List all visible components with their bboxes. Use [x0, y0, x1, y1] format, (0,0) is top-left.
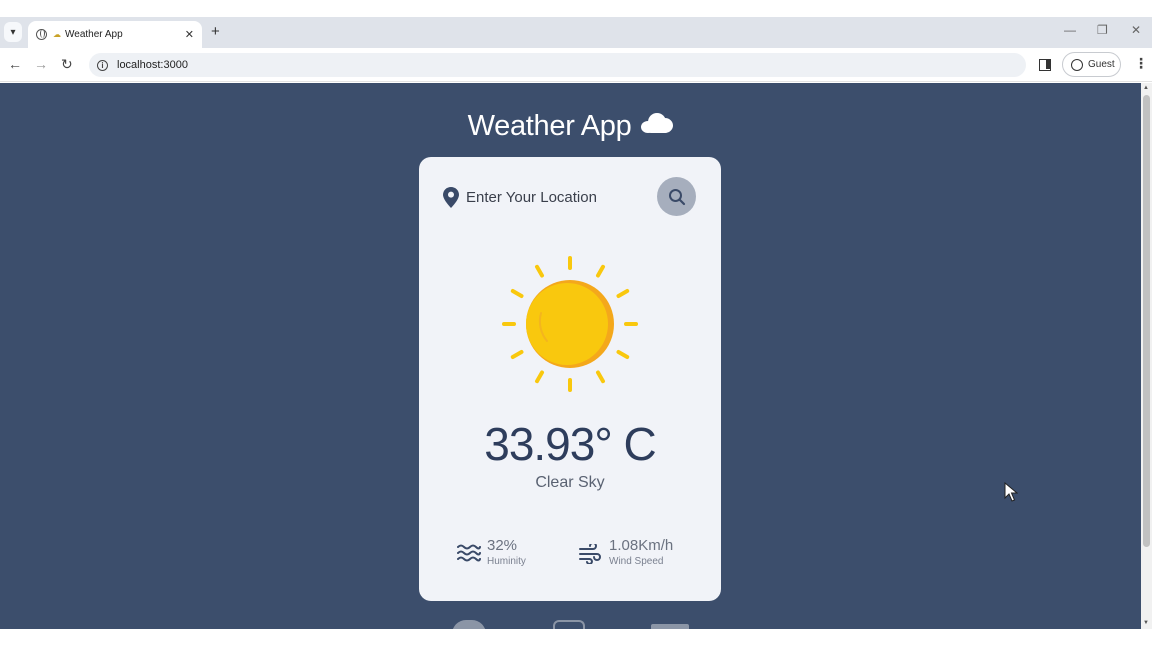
tab-search-icon[interactable]: ▾ — [4, 22, 22, 42]
url-text: localhost:3000 — [117, 59, 188, 71]
minimize-icon[interactable]: — — [1064, 23, 1076, 37]
scroll-thumb[interactable] — [1143, 95, 1150, 547]
page-viewport: Weather App Enter Your Location 33.93° C… — [0, 83, 1141, 629]
page-title: Weather App — [467, 110, 632, 142]
wind-label: Wind Speed — [609, 556, 664, 567]
app-header: Weather App — [0, 110, 1141, 143]
weather-description: Clear Sky — [535, 474, 605, 491]
cloud-icon — [641, 113, 674, 134]
location-search-input[interactable] — [466, 186, 646, 208]
mouse-cursor-icon — [1004, 482, 1018, 502]
back-icon[interactable]: ← — [8, 56, 22, 72]
humidity-stat: 32% Huminity — [457, 537, 567, 571]
wind-value: 1.08Km/h — [609, 537, 674, 554]
browser-toolbar: ← → ↻ i localhost:3000 Guest ⋮ — [0, 48, 1152, 82]
tab-weather-app[interactable]: ☁ Weather App ✕ — [28, 21, 202, 48]
wind-stat: 1.08Km/h Wind Speed — [579, 537, 709, 571]
favicon-icon: ☁ — [53, 30, 61, 39]
wind-icon — [579, 544, 601, 564]
close-icon[interactable]: ✕ — [185, 28, 194, 41]
search-icon — [668, 188, 685, 205]
restore-icon[interactable]: ❐ — [1097, 23, 1108, 37]
weather-card: 33.93° C Clear Sky 32% Huminity — [419, 157, 721, 601]
tab-strip: ▾ ☁ Weather App ✕ + — ❐ ✕ — [0, 17, 1152, 48]
waves-icon — [457, 544, 481, 562]
window-bottom-edge — [0, 629, 1152, 648]
search-bar — [441, 177, 697, 217]
window-close-icon[interactable]: ✕ — [1131, 23, 1141, 37]
sun-icon — [502, 256, 638, 392]
below-fold-icon — [553, 620, 585, 629]
address-bar[interactable]: i localhost:3000 — [89, 53, 1026, 77]
profile-button[interactable]: Guest — [1062, 52, 1121, 77]
profile-label: Guest — [1088, 59, 1115, 70]
search-button[interactable] — [657, 177, 696, 216]
forward-icon[interactable]: → — [34, 56, 48, 72]
profile-icon — [1071, 58, 1083, 71]
tab-title: Weather App — [65, 29, 123, 40]
menu-icon[interactable]: ⋮ — [1134, 55, 1148, 72]
reload-icon[interactable]: ↻ — [61, 56, 73, 73]
temperature: 33.93° C — [484, 418, 657, 470]
humidity-label: Huminity — [487, 556, 526, 567]
location-pin-icon — [443, 187, 459, 208]
below-fold-icon — [452, 620, 486, 629]
scroll-up-icon[interactable]: ▲ — [1143, 85, 1149, 91]
humidity-value: 32% — [487, 537, 518, 554]
side-panel-icon[interactable] — [1039, 59, 1051, 71]
scroll-down-icon[interactable]: ▼ — [1143, 620, 1149, 626]
browser-window: ▾ ☁ Weather App ✕ + — ❐ ✕ ← → ↻ i localh… — [0, 0, 1152, 648]
new-tab-icon[interactable]: + — [211, 23, 220, 40]
page-scrollbar[interactable]: ▲ ▼ — [1141, 83, 1152, 629]
site-info-icon[interactable]: i — [97, 59, 108, 71]
globe-icon — [36, 29, 47, 40]
